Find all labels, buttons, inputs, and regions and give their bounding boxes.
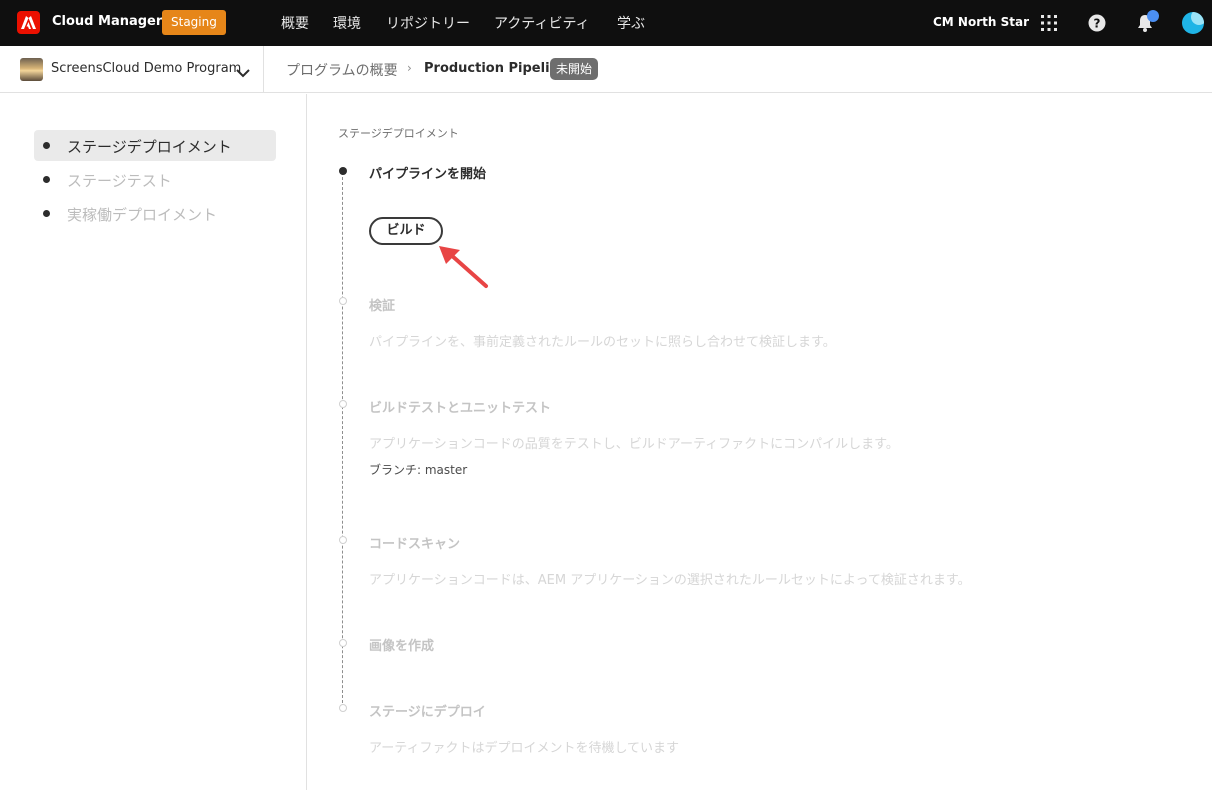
- nav-activity[interactable]: アクティビティ: [494, 13, 590, 33]
- sidebar-item-label: ステージデプロイメント: [67, 138, 232, 156]
- step-build-button[interactable]: ビルド: [369, 217, 443, 245]
- sidebar-item-stage-testing[interactable]: ステージテスト: [34, 164, 276, 195]
- pipeline-status-badge: 未開始: [550, 58, 599, 80]
- nav-environments[interactable]: 環境: [333, 13, 361, 33]
- step-title-build-unit-test: ビルドテストとユニットテスト: [369, 401, 552, 416]
- svg-text:?: ?: [1094, 17, 1101, 31]
- environment-badge: Staging: [162, 10, 226, 35]
- section-title: ステージデプロイメント: [338, 127, 459, 140]
- divider: [263, 46, 264, 93]
- timeline-dot-pending: [339, 704, 347, 712]
- program-name[interactable]: ScreensCloud Demo Program: [51, 61, 241, 76]
- top-bar: Cloud Manager Staging 概要 環境 リポジトリー アクティビ…: [0, 0, 1212, 46]
- timeline-dot-pending: [339, 536, 347, 544]
- program-thumbnail: [20, 58, 43, 81]
- apps-grid-icon[interactable]: [1038, 12, 1060, 34]
- context-bar: ScreensCloud Demo Program プログラムの概要 › Pro…: [0, 46, 1212, 93]
- step-title-code-scan: コードスキャン: [369, 537, 461, 552]
- nav-repositories[interactable]: リポジトリー: [386, 13, 470, 33]
- help-icon[interactable]: ?: [1086, 12, 1108, 34]
- bullet: [43, 142, 50, 149]
- nav-learn[interactable]: 学ぶ: [617, 13, 645, 33]
- nav-overview[interactable]: 概要: [281, 13, 309, 33]
- step-description-build-unit-test: アプリケーションコードの品質をテストし、ビルドアーティファクトにコンパイルします…: [369, 437, 899, 452]
- chevron-down-icon[interactable]: [236, 63, 250, 82]
- user-avatar[interactable]: [1182, 12, 1204, 34]
- org-switcher[interactable]: CM North Star: [933, 15, 1029, 29]
- adobe-logo-icon[interactable]: [17, 11, 40, 34]
- step-title-deploy-to-stage: ステージにデプロイ: [369, 705, 486, 720]
- timeline-dot-pending: [339, 297, 347, 305]
- sidebar-item-label: 実稼働デプロイメント: [67, 206, 218, 224]
- sidebar-item-label: ステージテスト: [67, 172, 172, 190]
- step-description-validation: パイプラインを、事前定義されたルールのセットに照らし合わせて検証します。: [369, 335, 836, 350]
- bullet: [43, 176, 50, 183]
- sidebar: ステージデプロイメント ステージテスト 実稼働デプロイメント: [0, 94, 307, 790]
- timeline-dot-pending: [339, 639, 347, 647]
- timeline-dot-done: [339, 167, 347, 175]
- step-description-deploy-to-stage: アーティファクトはデプロイメントを待機しています: [369, 741, 680, 756]
- timeline-dot-pending: [339, 400, 347, 408]
- step-branch-label: ブランチ: master: [369, 463, 468, 477]
- step-description-code-scan: アプリケーションコードは、AEM アプリケーションの選択されたルールセットによっ…: [369, 573, 971, 588]
- app-name[interactable]: Cloud Manager: [52, 14, 162, 29]
- step-title-validation: 検証: [369, 299, 396, 314]
- step-title-start-pipeline: パイプラインを開始: [369, 167, 487, 182]
- breadcrumb-pipeline-name: Production Pipeline: [424, 61, 568, 76]
- sidebar-item-stage-deployment[interactable]: ステージデプロイメント: [34, 130, 276, 161]
- sidebar-item-production-deployment[interactable]: 実稼働デプロイメント: [34, 198, 276, 229]
- bullet: [43, 210, 50, 217]
- timeline-line: [342, 172, 343, 708]
- annotation-arrow-icon: [436, 244, 492, 296]
- breadcrumb-program-overview[interactable]: プログラムの概要: [286, 60, 398, 80]
- breadcrumb-separator: ›: [407, 61, 412, 75]
- notification-dot: [1147, 10, 1159, 22]
- step-title-build-image: 画像を作成: [369, 639, 435, 654]
